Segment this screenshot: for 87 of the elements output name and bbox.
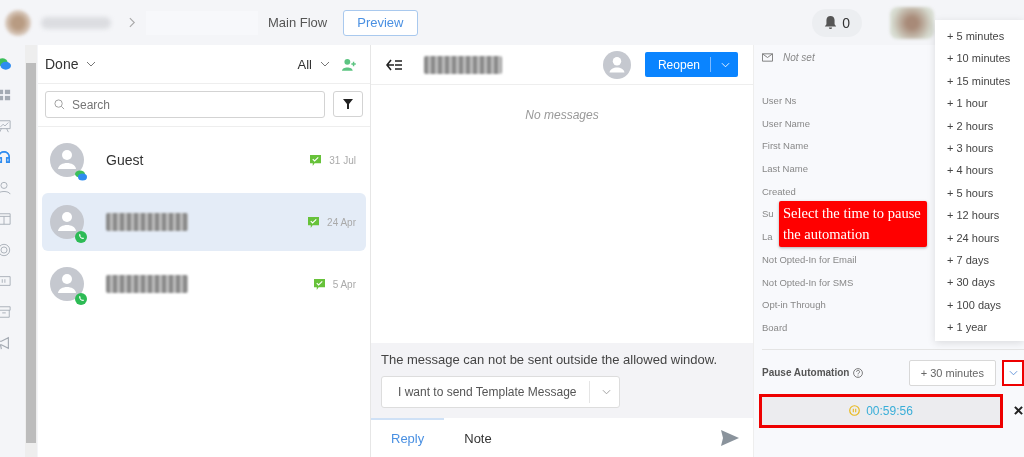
field-label: Not Opted-In for Email xyxy=(762,252,857,267)
menu-item[interactable]: + 100 days xyxy=(935,293,1024,317)
headset-icon[interactable] xyxy=(0,150,11,164)
field-label: First Name xyxy=(762,139,809,154)
breadcrumb-item[interactable]: Main Flow xyxy=(268,15,328,30)
status-filter[interactable]: Done xyxy=(45,56,97,72)
caret-icon xyxy=(721,61,730,68)
message-icon xyxy=(308,216,320,228)
field-label: Board xyxy=(762,320,788,335)
reopen-button[interactable]: Reopen xyxy=(644,52,738,77)
menu-item[interactable]: + 1 hour xyxy=(935,92,1024,115)
conversation-date: 5 Apr xyxy=(332,278,356,290)
notice-text: The message can not be sent outside the allowed window. xyxy=(381,352,719,367)
card-icon[interactable] xyxy=(0,274,11,288)
menu-item[interactable]: + 7 days xyxy=(935,248,1024,272)
megaphone-icon[interactable] xyxy=(0,336,11,350)
filter-button[interactable] xyxy=(333,91,363,117)
menu-item[interactable]: + 10 minutes xyxy=(935,47,1024,70)
dropdown-toggle[interactable] xyxy=(1002,359,1024,386)
chat-bubbles-icon xyxy=(75,169,87,181)
collapse-icon[interactable] xyxy=(386,58,402,71)
menu-item[interactable]: + 5 hours xyxy=(935,181,1024,205)
columns-icon[interactable] xyxy=(0,212,11,226)
avatar-icon xyxy=(50,267,84,301)
field-label: La xyxy=(762,230,773,245)
menu-item[interactable]: + 30 days xyxy=(935,271,1024,294)
message-icon xyxy=(313,278,325,290)
composer-tab[interactable]: Note xyxy=(444,418,512,457)
caret-icon xyxy=(320,61,330,67)
notifications-button[interactable]: 0 xyxy=(812,8,862,37)
archive-icon[interactable] xyxy=(0,305,11,319)
search-field[interactable]: Search xyxy=(45,91,325,118)
mail-icon xyxy=(762,52,773,62)
avatar-icon xyxy=(50,143,84,177)
email-value: Not set xyxy=(783,51,815,63)
avatar-icon xyxy=(50,205,84,239)
conversation-date: 31 Jul xyxy=(329,154,356,166)
field-label: User Ns xyxy=(762,94,797,108)
avatar-icon xyxy=(602,50,631,79)
whatsapp-icon xyxy=(75,293,87,305)
field-label: Created xyxy=(762,184,796,199)
account-avatar[interactable] xyxy=(5,9,31,36)
assignee-filter[interactable]: All xyxy=(297,56,330,72)
user-icon[interactable] xyxy=(0,181,11,195)
field-label: Su xyxy=(762,207,774,222)
caret-icon xyxy=(1008,369,1018,376)
menu-item[interactable]: + 1 year xyxy=(935,316,1024,339)
template-select[interactable]: I want to send Template Message xyxy=(381,376,620,408)
field-label: Opt-in Through xyxy=(762,298,826,313)
filter-icon xyxy=(343,99,353,109)
field-label: User Name xyxy=(762,116,811,131)
field-label: Last Name xyxy=(762,162,808,177)
message-icon xyxy=(310,154,322,166)
help-icon[interactable] xyxy=(853,367,864,378)
bell-icon xyxy=(824,15,838,30)
search-icon xyxy=(54,99,65,110)
menu-item[interactable]: + 15 minutes xyxy=(935,69,1024,93)
annotation-callout: Select the time to pause the automation xyxy=(779,201,927,247)
caret-icon xyxy=(86,61,97,67)
caret-icon xyxy=(601,389,611,395)
field-label: Not Opted-In for SMS xyxy=(762,275,854,290)
redacted-text xyxy=(41,16,111,29)
user-avatar[interactable] xyxy=(890,6,934,39)
chevron-right-icon xyxy=(129,17,136,28)
close-icon[interactable] xyxy=(1014,406,1023,416)
menu-item[interactable]: + 24 hours xyxy=(935,226,1024,249)
menu-item[interactable]: + 12 hours xyxy=(935,204,1024,227)
pause-duration-select[interactable]: + 30 minutes xyxy=(908,359,996,386)
pause-icon xyxy=(849,405,861,417)
chat-icon[interactable] xyxy=(0,57,11,71)
menu-item[interactable]: + 4 hours xyxy=(935,159,1024,182)
contact-name: Guest xyxy=(106,152,144,168)
add-user-icon[interactable] xyxy=(342,57,358,71)
ring-icon[interactable] xyxy=(0,243,11,257)
menu-item[interactable]: + 3 hours xyxy=(935,136,1024,160)
scrollbar[interactable] xyxy=(25,45,37,457)
chart-icon[interactable] xyxy=(0,119,11,133)
whatsapp-icon xyxy=(75,231,87,243)
pause-automation-label: Pause Automation xyxy=(762,367,850,379)
menu-item[interactable]: + 2 hours xyxy=(935,114,1024,137)
empty-state-text: No messages xyxy=(525,108,599,122)
menu-item[interactable]: + 5 minutes xyxy=(935,25,1024,48)
conversation-date: 24 Apr xyxy=(327,216,356,228)
pause-timer: 00:59:56 xyxy=(759,393,1003,428)
grid-icon[interactable] xyxy=(0,88,11,102)
send-icon[interactable] xyxy=(721,429,739,446)
conversation-item[interactable]: Guest 31 Jul xyxy=(42,131,366,189)
